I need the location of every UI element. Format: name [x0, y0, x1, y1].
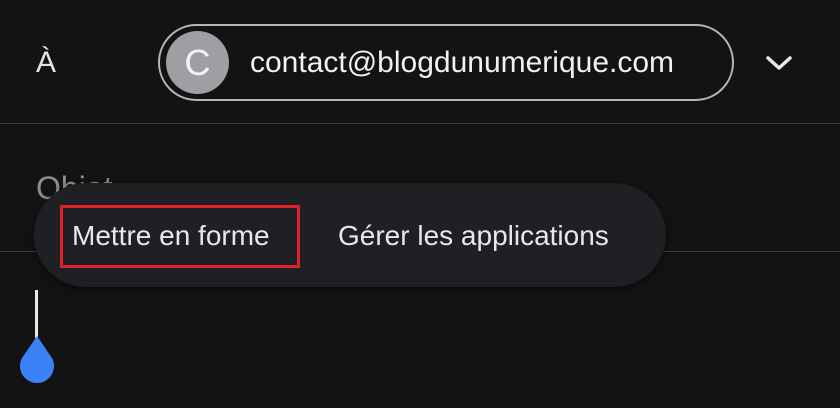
- text-cursor: [35, 290, 38, 338]
- highlight-box: [60, 205, 300, 268]
- menu-item-manage-apps[interactable]: Gérer les applications: [338, 219, 609, 253]
- to-field-row[interactable]: À C contact@blogdunumerique.com: [0, 0, 840, 124]
- cursor-handle-icon[interactable]: [16, 334, 58, 384]
- compose-screen: À C contact@blogdunumerique.com Objet Me…: [0, 0, 840, 408]
- recipient-chip[interactable]: C contact@blogdunumerique.com: [158, 24, 734, 101]
- avatar: C: [166, 31, 229, 94]
- recipient-email: contact@blogdunumerique.com: [250, 46, 675, 79]
- expand-recipients-button[interactable]: [756, 40, 802, 86]
- chevron-down-icon: [766, 56, 792, 70]
- to-label: À: [36, 46, 57, 79]
